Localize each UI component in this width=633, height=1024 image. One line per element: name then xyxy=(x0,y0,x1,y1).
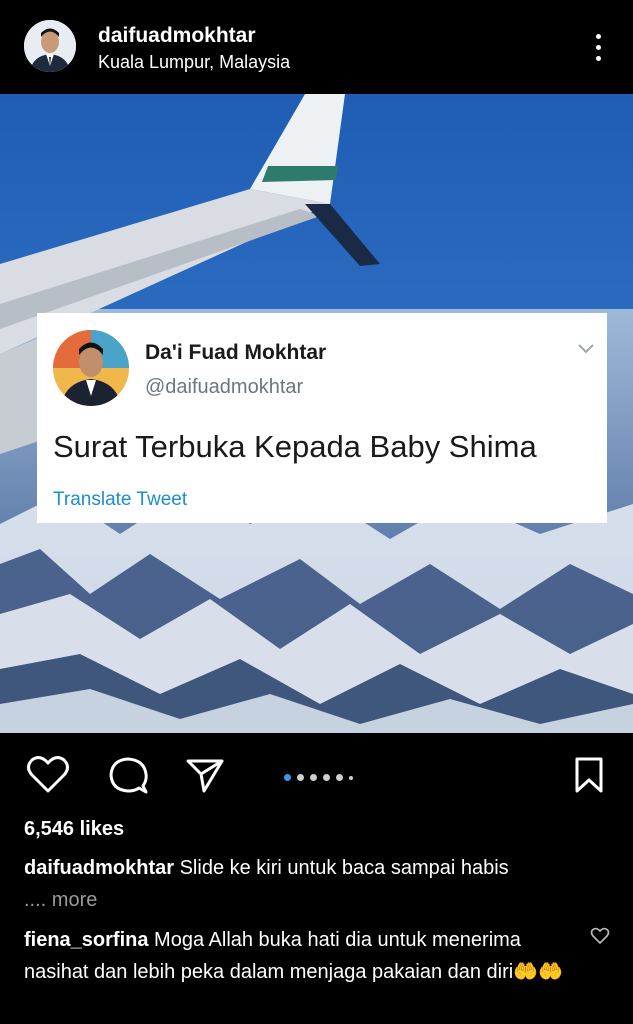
tweet-display-name: Da'i Fuad Mokhtar xyxy=(145,341,327,364)
tweet-handle: @daifuadmokhtar xyxy=(145,376,304,398)
caption-text: Slide ke kiri untuk baca sampai habis xyxy=(179,857,509,879)
post-caption: daifuadmokhtar Slide ke kiri untuk baca … xyxy=(24,852,624,916)
carousel-dot xyxy=(349,775,353,780)
caption-ellipsis: .... xyxy=(24,889,47,911)
likes-count[interactable]: 6,546 likes xyxy=(24,818,124,841)
avatar[interactable] xyxy=(24,20,76,72)
avatar-image xyxy=(24,20,76,72)
tweet-text: Surat Terbuka Kepada Baby Shima xyxy=(53,429,537,464)
post-location[interactable]: Kuala Lumpur, Malaysia xyxy=(98,52,290,73)
share-icon[interactable] xyxy=(184,755,226,795)
translate-tweet-link: Translate Tweet xyxy=(53,489,188,510)
post-username[interactable]: daifuadmokhtar xyxy=(98,24,256,48)
more-link[interactable]: more xyxy=(52,889,98,911)
comment-like-icon[interactable] xyxy=(590,927,610,945)
comment-item: fiena_sorfina Moga Allah buka hati dia u… xyxy=(24,924,584,988)
caption-username[interactable]: daifuadmokhtar xyxy=(24,857,174,879)
post-header: daifuadmokhtar Kuala Lumpur, Malaysia xyxy=(0,0,633,94)
comment-username[interactable]: fiena_sorfina xyxy=(24,929,148,951)
carousel-indicator xyxy=(284,769,359,782)
bookmark-icon[interactable] xyxy=(572,755,606,795)
tweet-card[interactable]: Da'i Fuad Mokhtar @daifuadmokhtar Surat … xyxy=(37,313,607,523)
chevron-down-icon xyxy=(578,344,594,354)
comment-icon[interactable] xyxy=(107,755,149,797)
tweet-avatar xyxy=(53,330,129,406)
heart-icon[interactable] xyxy=(26,755,70,795)
more-options-icon[interactable] xyxy=(584,30,614,66)
comment-emoji: 🤲🤲 xyxy=(513,961,564,983)
